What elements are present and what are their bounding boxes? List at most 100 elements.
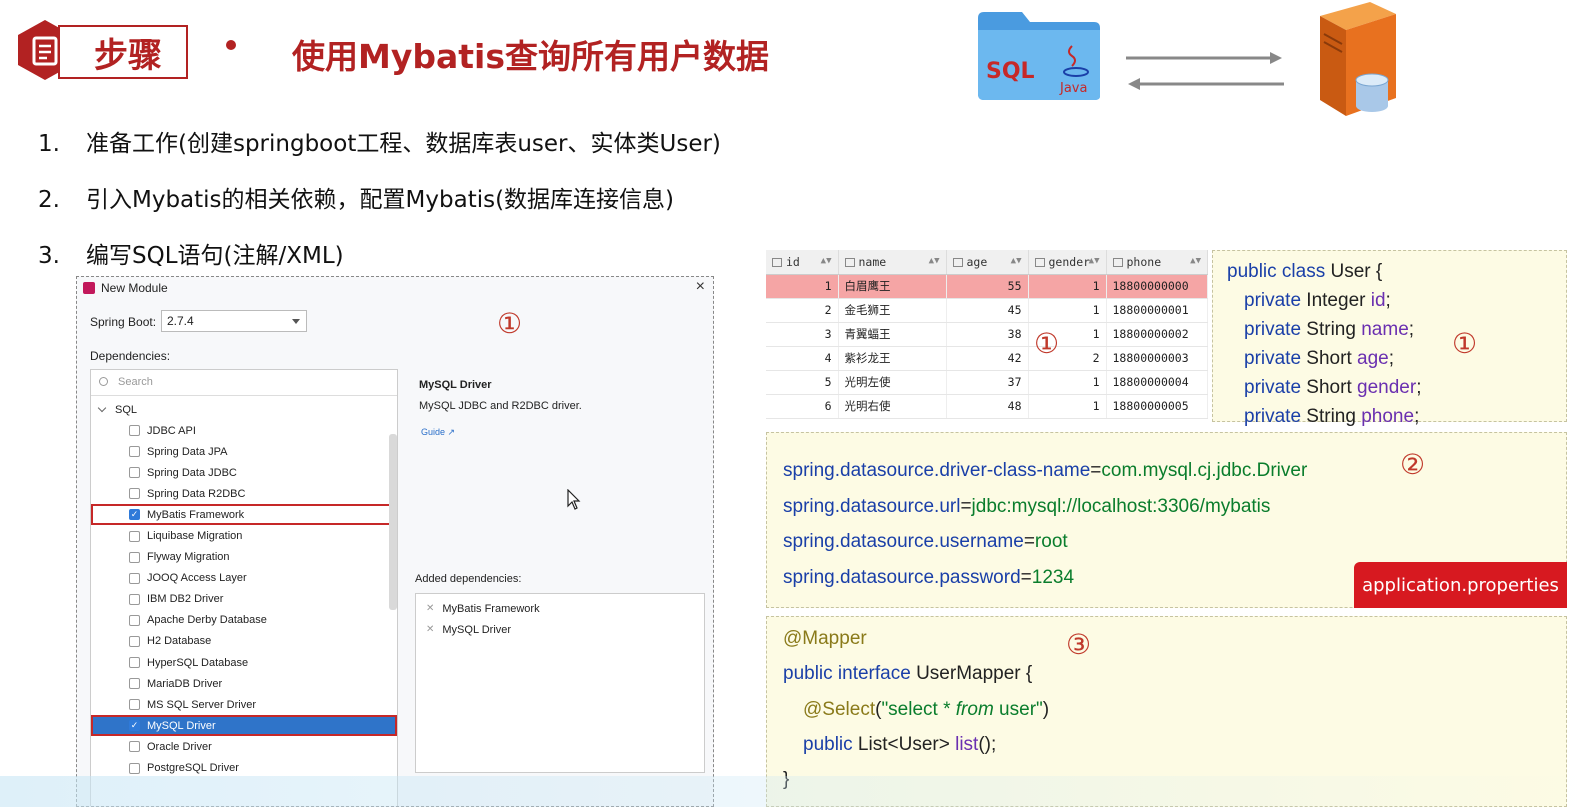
checkbox-icon[interactable] [129, 467, 140, 479]
user-fields: private Integer id; private String name; p… [1227, 286, 1566, 431]
sort-icon: ▲▼ [820, 256, 832, 266]
checkbox-icon[interactable] [129, 678, 140, 690]
code-text: String [1301, 406, 1362, 427]
step-item: 1. 准备工作(创建springboot工程、数据库表user、实体类User) [38, 124, 721, 158]
code-field: id [1370, 290, 1386, 311]
table-row[interactable]: 2 金毛狮王 45 1 18800000001 [766, 298, 1208, 323]
code-field: name [1361, 319, 1409, 340]
step-badge-label: 步骤 [94, 35, 162, 76]
step-text: 编写SQL语句(注解/XML) [86, 243, 344, 269]
scrollbar-thumb[interactable] [389, 434, 397, 610]
property-key: spring.datasource.password [783, 566, 1021, 588]
dependency-item[interactable]: Liquibase Migration [91, 525, 397, 546]
table-cell-age: 38 [946, 322, 1029, 347]
table-cell-age: 55 [946, 274, 1029, 299]
table-cell-id: 5 [766, 370, 839, 395]
checkbox-icon[interactable] [129, 741, 140, 753]
spring-boot-version-select[interactable]: 2.7.4 [161, 310, 307, 332]
table-cell-phone: 18800000000 [1106, 274, 1208, 299]
remove-icon[interactable]: ✕ [426, 624, 434, 635]
guide-link[interactable]: Guide ↗ [421, 427, 455, 438]
checkbox-checked-icon[interactable]: ✓ [129, 509, 140, 521]
table-cell-id: 3 [766, 322, 839, 347]
dependency-item[interactable]: HyperSQL Database [91, 652, 397, 673]
dependency-item[interactable]: H2 Database [91, 631, 397, 652]
checkbox-icon[interactable] [129, 425, 140, 437]
dependency-item[interactable]: Spring Data JPA [91, 441, 397, 462]
tree-group-sql[interactable]: SQL [91, 400, 397, 420]
dependency-item[interactable]: Apache Derby Database [91, 610, 397, 631]
step-badge: 步骤 [58, 25, 188, 79]
code-text: ; [1408, 319, 1415, 340]
code-keyword: public interface [783, 663, 911, 685]
checkbox-checked-icon[interactable]: ✓ [129, 720, 140, 732]
dependency-search-input[interactable]: Search [91, 370, 397, 396]
checkbox-icon[interactable] [129, 551, 140, 563]
checkbox-icon[interactable] [129, 488, 140, 500]
table-cell-phone: 18800000004 [1106, 370, 1208, 395]
column-header-phone[interactable]: phone ▲▼ [1106, 250, 1208, 275]
checkbox-icon[interactable] [129, 699, 140, 711]
checkbox-icon[interactable] [129, 635, 140, 647]
dependency-item[interactable]: MS SQL Server Driver [91, 694, 397, 715]
dependency-item[interactable]: ✓ MySQL Driver [91, 715, 397, 737]
code-text: List<User> [852, 733, 956, 755]
property-key: spring.datasource.url [783, 495, 961, 517]
dependency-info-title: MySQL Driver [419, 379, 492, 391]
dependency-item[interactable]: PostgreSQL Driver [91, 758, 397, 779]
annotation-marker: ③ [1066, 628, 1092, 661]
spring-boot-version-value: 2.7.4 [167, 314, 194, 328]
sort-icon: ▲▼ [1088, 256, 1100, 266]
checkbox-icon[interactable] [129, 572, 140, 584]
code-string: user" [993, 698, 1043, 720]
remove-icon[interactable]: ✕ [426, 603, 434, 614]
code-line: private Short gender; [1227, 373, 1566, 402]
column-header-id[interactable]: id ▲▼ [766, 250, 839, 275]
checkbox-icon[interactable] [129, 614, 140, 626]
dependency-item[interactable]: IBM DB2 Driver [91, 589, 397, 610]
column-header-gender[interactable]: gender ▲▼ [1028, 250, 1107, 275]
dependency-item[interactable]: Oracle Driver [91, 736, 397, 757]
column-header-name[interactable]: name ▲▼ [838, 250, 947, 275]
dependency-item[interactable]: ✓ MyBatis Framework [91, 504, 397, 526]
code-text: Short [1301, 348, 1358, 369]
table-row[interactable]: 3 青翼蝠王 38 1 18800000002 [766, 322, 1208, 347]
checkbox-icon[interactable] [129, 762, 140, 774]
checkbox-icon[interactable] [129, 530, 140, 542]
step-number: 3. [38, 243, 60, 269]
checkbox-icon[interactable] [129, 593, 140, 605]
column-header-age[interactable]: age ▲▼ [946, 250, 1029, 275]
code-text: } [783, 769, 790, 791]
dependency-item[interactable]: Spring Data R2DBC [91, 483, 397, 504]
dependency-label: JDBC API [147, 424, 196, 437]
code-text: ) [1042, 698, 1050, 720]
dependency-item[interactable]: MariaDB Driver [91, 673, 397, 694]
dependency-label: JOOQ Access Layer [147, 572, 247, 585]
column-icon [1112, 257, 1123, 267]
property-value: com.mysql.cj.jdbc.Driver [1101, 460, 1308, 481]
column-header-label: phone [1126, 254, 1162, 269]
code-text: Short [1301, 377, 1358, 398]
dependency-label: Spring Data JDBC [147, 466, 237, 479]
table-row[interactable]: 4 紫衫龙王 42 2 18800000003 [766, 346, 1208, 371]
table-row[interactable]: 5 光明左使 37 1 18800000004 [766, 370, 1208, 395]
dependency-label: Liquibase Migration [147, 530, 243, 543]
added-dependency-item: ✕ MyBatis Framework [416, 598, 704, 619]
dependency-item[interactable]: Spring Data JDBC [91, 462, 397, 483]
code-annotation: @Select [803, 698, 876, 720]
dependency-rows: JDBC API Spring Data JPA Spring Data JDBC S… [91, 420, 397, 779]
code-text: String [1301, 319, 1362, 340]
dependency-item[interactable]: Flyway Migration [91, 547, 397, 568]
close-icon[interactable]: × [696, 278, 705, 296]
code-line: private String phone; [1227, 402, 1566, 431]
code-line: private Integer id; [1227, 286, 1566, 315]
code-keyword: private [1244, 348, 1302, 369]
checkbox-icon[interactable] [129, 446, 140, 458]
property-line: spring.datasource.driver-class-name=com.… [783, 453, 1566, 489]
dependency-item[interactable]: JDBC API [91, 420, 397, 441]
checkbox-icon[interactable] [129, 657, 140, 669]
column-icon [952, 257, 963, 267]
table-row[interactable]: 1 白眉鹰王 55 1 18800000000 [766, 274, 1208, 299]
table-row[interactable]: 6 光明右使 48 1 18800000005 [766, 394, 1208, 419]
dependency-item[interactable]: JOOQ Access Layer [91, 568, 397, 589]
